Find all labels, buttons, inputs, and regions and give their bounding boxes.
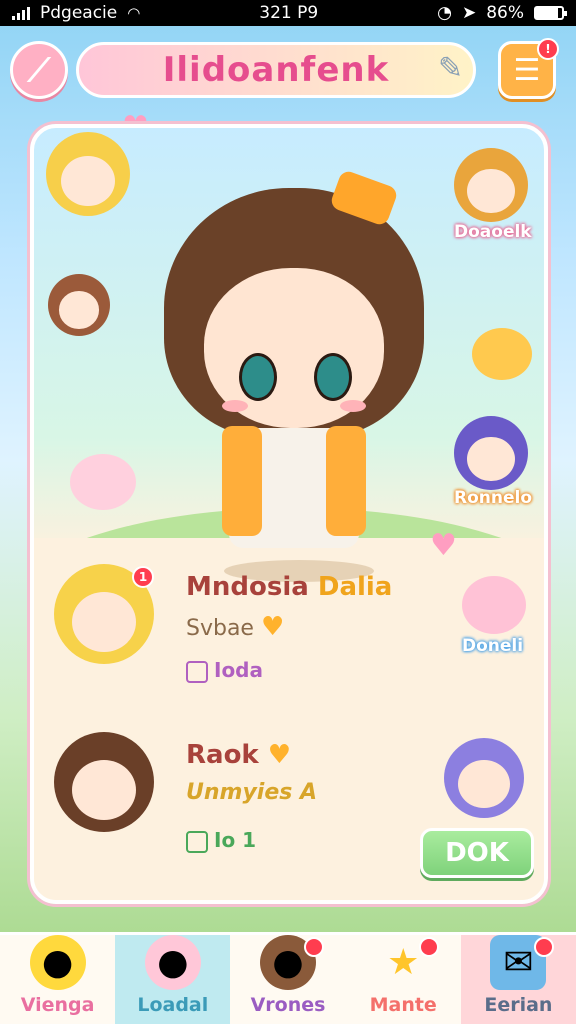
- carrier-name: Pdgeacie: [40, 3, 118, 23]
- nav-item-mante[interactable]: ★ Mante: [346, 935, 461, 1024]
- nav-label: Eerian: [484, 994, 553, 1016]
- pink-bear-avatar[interactable]: [462, 576, 526, 634]
- chibi-blonde-avatar[interactable]: [46, 132, 130, 216]
- entry-tag: Ioda: [186, 658, 263, 683]
- character-label-top: Doaoelk: [454, 222, 532, 242]
- notes-button[interactable]: ☰ !: [498, 38, 559, 99]
- chibi-brown-avatar[interactable]: [48, 274, 110, 336]
- entry-subtitle: Unmyies A: [186, 780, 318, 805]
- pink-bunny-avatar[interactable]: [70, 454, 136, 510]
- bottom-nav: ● Vienga ● Loadal ● Vrones ★ Mante ✉ Eer…: [0, 932, 576, 1024]
- notepad-icon: ☰: [513, 52, 541, 88]
- list-item[interactable]: 1 Mndosia Dalia Svbae ♥ Ioda Doneli: [34, 556, 544, 706]
- signal-icon: [12, 6, 30, 20]
- back-icon: ⟋: [27, 50, 51, 89]
- entry-subtitle: Svbae ♥: [186, 612, 285, 642]
- nav-label: Mante: [369, 994, 437, 1016]
- clock: 321 P9: [259, 3, 319, 23]
- status-bar: Pdgeacie ◠ 321 P9 ◔ ➤ 86%: [0, 0, 576, 26]
- top-header: ⟋ Ilidoanfenk ✎ ☰ !: [10, 32, 566, 108]
- title-bar: Ilidoanfenk ✎: [76, 42, 476, 98]
- bunny-icon: ●: [144, 935, 201, 990]
- checkbox-icon: [186, 660, 208, 683]
- entry-avatar: [54, 732, 154, 832]
- nav-label: Vrones: [250, 994, 326, 1016]
- alarm-icon: ◔: [437, 3, 452, 23]
- page-title: Ilidoanfenk: [162, 50, 390, 90]
- entry-name: Mndosia Dalia: [186, 572, 393, 602]
- notification-badge: [303, 937, 324, 957]
- notification-badge: [418, 937, 439, 957]
- ok-button[interactable]: DOK: [420, 828, 534, 878]
- main-character[interactable]: [144, 168, 444, 582]
- heart-icon: ♥: [267, 740, 292, 770]
- location-icon: ➤: [461, 3, 477, 23]
- pencil-icon[interactable]: ✎: [438, 51, 463, 86]
- entry-name: Raok ♥: [186, 740, 292, 770]
- nav-label: Vienga: [20, 994, 95, 1016]
- yellow-bear-avatar[interactable]: [472, 328, 532, 380]
- battery-icon: [534, 6, 567, 20]
- notification-badge: [534, 937, 555, 957]
- character-label-mid: Ronnelo: [454, 488, 533, 508]
- nav-item-vrones[interactable]: ● Vrones: [230, 935, 345, 1024]
- entry-tag: Io 1: [186, 828, 256, 853]
- checkbox-icon: [186, 830, 208, 853]
- wifi-icon: ◠: [127, 4, 141, 22]
- nav-item-eerian[interactable]: ✉ Eerian: [460, 935, 576, 1024]
- chibi-purple-avatar[interactable]: [454, 416, 528, 490]
- nav-item-loadal[interactable]: ● Loadal: [115, 935, 231, 1024]
- character-label-low: Doneli: [462, 636, 524, 656]
- nav-label: Loadal: [137, 994, 209, 1016]
- heart-icon: ♥: [260, 612, 285, 642]
- notification-badge: !: [537, 38, 559, 60]
- chibi-lilac-avatar[interactable]: [444, 738, 524, 818]
- entry-badge: 1: [132, 566, 154, 588]
- battery-percent: 86%: [486, 3, 524, 23]
- character-card: Doaoelk Ronnelo ♥ 1 Mndosia Dalia Svbae …: [30, 124, 548, 904]
- chick-icon: ●: [29, 935, 86, 990]
- chibi-orange-avatar[interactable]: [454, 148, 528, 222]
- nav-item-vienga[interactable]: ● Vienga: [0, 935, 115, 1024]
- back-button[interactable]: ⟋: [10, 41, 68, 99]
